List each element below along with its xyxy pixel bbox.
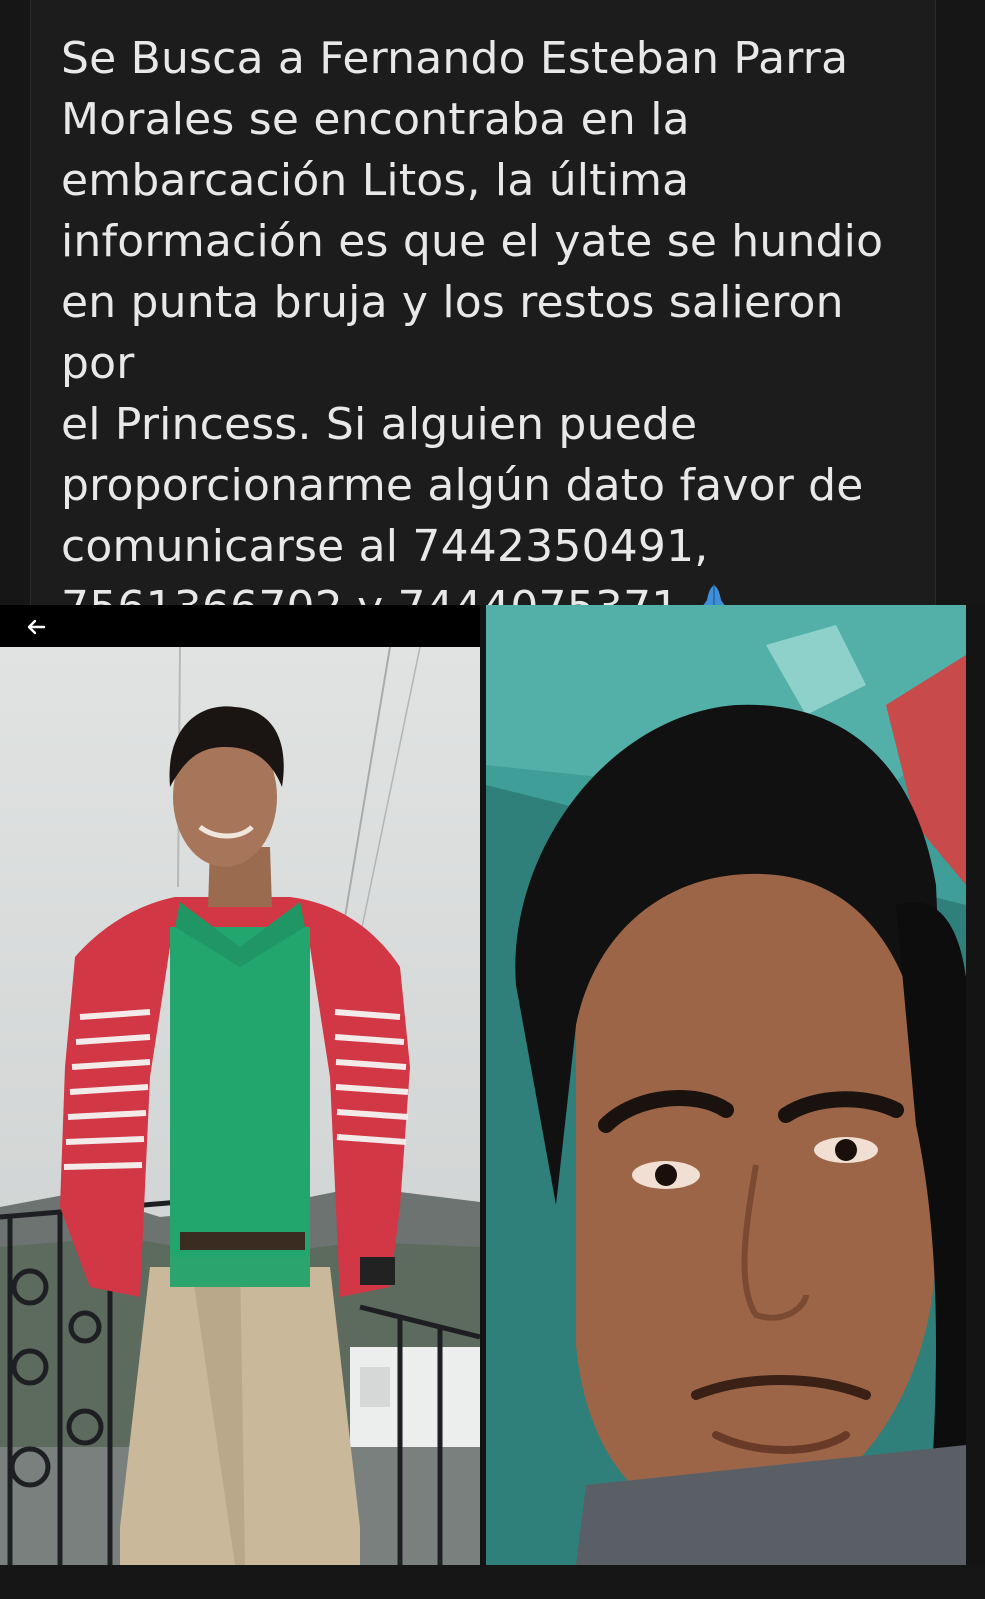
facebook-post-screenshot: Se Busca a Fernando Esteban Parra Morale…: [0, 0, 985, 1599]
post-line: el Princess. Si alguien puede: [61, 399, 698, 450]
face-closeup-photo[interactable]: [486, 605, 966, 1565]
full-body-photo-image: [0, 647, 480, 1565]
post-line: en punta bruja y los restos salieron por: [61, 277, 844, 389]
post-card: Se Busca a Fernando Esteban Parra Morale…: [30, 0, 936, 633]
face-closeup-photo-image: [486, 605, 966, 1565]
post-line: embarcación Litos, la última: [61, 155, 690, 206]
back-arrow-icon[interactable]: [22, 613, 50, 641]
post-line: Morales se encontraba en la: [61, 94, 690, 145]
post-line: información es que el yate se hundio: [61, 216, 884, 267]
photo-viewer-toolbar: [0, 605, 480, 647]
post-body-text: Se Busca a Fernando Esteban Parra Morale…: [61, 28, 921, 638]
post-line: comunicarse al 7442350491,: [61, 521, 709, 572]
post-line: Se Busca a Fernando Esteban Parra: [61, 33, 849, 84]
bottom-strip: [0, 1565, 985, 1599]
full-body-photo[interactable]: [0, 605, 480, 1565]
photo-grid: [0, 605, 985, 1599]
post-line: proporcionarme algún dato favor de: [61, 460, 864, 511]
